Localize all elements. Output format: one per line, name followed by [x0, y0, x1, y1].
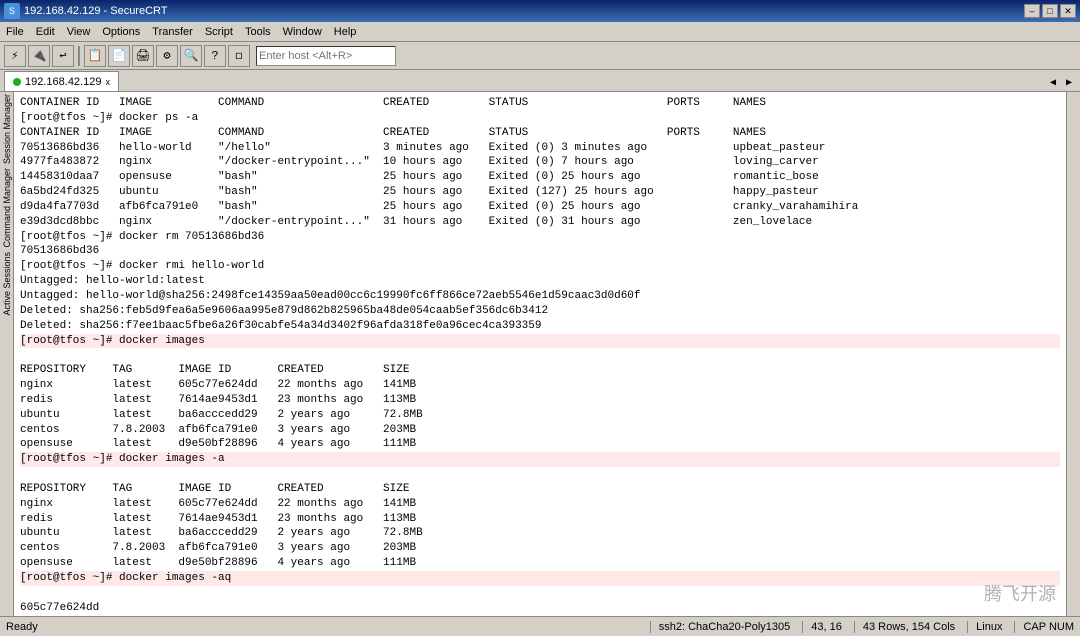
help-btn[interactable]: ?: [204, 45, 226, 67]
settings-btn[interactable]: ⚙: [156, 45, 178, 67]
terminal-cmd-docker-images-a: [root@tfos ~]# docker images -a: [20, 452, 1060, 467]
toolbar-sep-1: [78, 46, 80, 66]
tab-next-btn[interactable]: ▶: [1062, 77, 1076, 89]
terminal-line-2: CONTAINER ID IMAGE COMMAND CREATED STATU…: [20, 127, 766, 139]
terminal-cmd-docker-images: [root@tfos ~]# docker images: [20, 334, 1060, 349]
status-ssh: ssh2: ChaCha20-Poly1305: [650, 621, 790, 633]
terminal-line-9: [root@tfos ~]# docker rm 70513686bd36: [20, 231, 264, 243]
status-bar: Ready ssh2: ChaCha20-Poly1305 43, 16 43 …: [0, 616, 1080, 636]
terminal-line-20: ubuntu latest ba6acccedd29 2 years ago 7…: [20, 409, 423, 421]
terminal-line-13: Untagged: hello-world@sha256:2498fce1435…: [20, 290, 641, 302]
connection-status-dot: [13, 78, 21, 86]
close-button[interactable]: ✕: [1060, 4, 1076, 18]
terminal-line-24: REPOSITORY TAG IMAGE ID CREATED SIZE: [20, 483, 409, 495]
terminal-line-4: 4977fa483872 nginx "/docker-entrypoint..…: [20, 156, 819, 168]
terminal-line-15: Deleted: sha256:f7ee1baac5fbe6a26f30cabf…: [20, 320, 542, 332]
tab-bar: 192.168.42.129 x ◀ ▶: [0, 70, 1080, 92]
terminal-line-5: 14458310daa7 opensuse "bash" 25 hours ag…: [20, 171, 819, 183]
terminal-line-12: Untagged: hello-world:latest: [20, 275, 205, 287]
maximize-button[interactable]: □: [1042, 4, 1058, 18]
sidebar: Session Manager Command Manager Active S…: [0, 92, 14, 616]
terminal-content: CONTAINER ID IMAGE COMMAND CREATED STATU…: [14, 92, 1066, 616]
menu-tools[interactable]: Tools: [239, 24, 277, 40]
status-right: ssh2: ChaCha20-Poly1305 43, 16 43 Rows, …: [650, 621, 1074, 633]
print-btn[interactable]: 🖨: [132, 45, 154, 67]
terminal-line-25: nginx latest 605c77e624dd 22 months ago …: [20, 498, 416, 510]
menu-window[interactable]: Window: [277, 24, 328, 40]
terminal-line-11: [root@tfos ~]# docker rmi hello-world: [20, 260, 264, 272]
terminal-line-10: 70513686bd36: [20, 245, 99, 257]
tab-nav: ◀ ▶: [1046, 77, 1080, 91]
session-tab[interactable]: 192.168.42.129 x: [4, 71, 119, 91]
terminal-line-3: 70513686bd36 hello-world "/hello" 3 minu…: [20, 142, 825, 154]
terminal-line-8: e39d3dcd8bbc nginx "/docker-entrypoint..…: [20, 216, 812, 228]
terminal-line-19: redis latest 7614ae9453d1 23 months ago …: [20, 394, 416, 406]
terminal-line-31: 605c77e624dd: [20, 602, 99, 614]
connect-btn[interactable]: 🔌: [28, 45, 50, 67]
address-bar: [256, 46, 396, 66]
menu-edit[interactable]: Edit: [30, 24, 61, 40]
status-dimensions: 43 Rows, 154 Cols: [854, 621, 955, 633]
status-caps: CAP NUM: [1014, 621, 1074, 633]
terminal-line-21: centos 7.8.2003 afb6fca791e0 3 years ago…: [20, 424, 416, 436]
terminal-line-header1: CONTAINER ID IMAGE COMMAND CREATED STATU…: [20, 97, 766, 109]
terminal-line-28: centos 7.8.2003 afb6fca791e0 3 years ago…: [20, 542, 416, 554]
terminal-window[interactable]: CONTAINER ID IMAGE COMMAND CREATED STATU…: [14, 92, 1066, 616]
menu-bar: File Edit View Options Transfer Script T…: [0, 22, 1080, 42]
terminal-line-17: REPOSITORY TAG IMAGE ID CREATED SIZE: [20, 364, 409, 376]
status-ready: Ready: [6, 621, 38, 633]
terminal-line-14: Deleted: sha256:feb5d9fea6a5e9606aa995e8…: [20, 305, 548, 317]
main-layout: Session Manager Command Manager Active S…: [0, 92, 1080, 616]
toolbar: ⚡ 🔌 ↩ 📋 📄 🖨 ⚙ 🔍 ? ◻: [0, 42, 1080, 70]
status-position: 43, 16: [802, 621, 842, 633]
title-bar-left: S 192.168.42.129 - SecureCRT: [4, 3, 168, 19]
terminal-line-1: [root@tfos ~]# docker ps -a: [20, 112, 198, 124]
reconnect-btn[interactable]: ↩: [52, 45, 74, 67]
menu-options[interactable]: Options: [96, 24, 146, 40]
terminal-line-18: nginx latest 605c77e624dd 22 months ago …: [20, 379, 416, 391]
new-session-btn[interactable]: ⚡: [4, 45, 26, 67]
menu-help[interactable]: Help: [328, 24, 363, 40]
status-os: Linux: [967, 621, 1002, 633]
address-input[interactable]: [256, 46, 396, 66]
app-icon: S: [4, 3, 20, 19]
minimize-button[interactable]: –: [1024, 4, 1040, 18]
terminal-line-7: d9da4fa7703d afb6fca791e0 "bash" 25 hour…: [20, 201, 858, 213]
title-bar-controls[interactable]: – □ ✕: [1024, 4, 1076, 18]
terminal-line-29: opensuse latest d9e50bf28896 4 years ago…: [20, 557, 416, 569]
find-btn[interactable]: 🔍: [180, 45, 202, 67]
watermark: 腾飞开源: [984, 580, 1056, 606]
sidebar-label-active[interactable]: Active Sessions: [2, 252, 12, 316]
terminal-line-22: opensuse latest d9e50bf28896 4 years ago…: [20, 438, 416, 450]
menu-view[interactable]: View: [61, 24, 97, 40]
extra-btn[interactable]: ◻: [228, 45, 250, 67]
terminal-line-26: redis latest 7614ae9453d1 23 months ago …: [20, 513, 416, 525]
copy-btn[interactable]: 📋: [84, 45, 106, 67]
sidebar-label-session[interactable]: Session Manager: [2, 94, 12, 164]
window-title: 192.168.42.129 - SecureCRT: [24, 5, 168, 17]
menu-file[interactable]: File: [0, 24, 30, 40]
paste-btn[interactable]: 📄: [108, 45, 130, 67]
terminal-cmd-docker-images-aq: [root@tfos ~]# docker images -aq: [20, 571, 1060, 586]
right-panel: [1066, 92, 1080, 616]
tab-prev-btn[interactable]: ◀: [1046, 77, 1060, 89]
title-bar: S 192.168.42.129 - SecureCRT – □ ✕: [0, 0, 1080, 22]
menu-script[interactable]: Script: [199, 24, 239, 40]
menu-transfer[interactable]: Transfer: [146, 24, 199, 40]
sidebar-label-command[interactable]: Command Manager: [2, 168, 12, 248]
tab-close-btn[interactable]: x: [105, 77, 110, 87]
tab-label: 192.168.42.129: [25, 76, 101, 88]
terminal-line-6: 6a5bd24fd325 ubuntu "bash" 25 hours ago …: [20, 186, 819, 198]
terminal-line-27: ubuntu latest ba6acccedd29 2 years ago 7…: [20, 527, 423, 539]
